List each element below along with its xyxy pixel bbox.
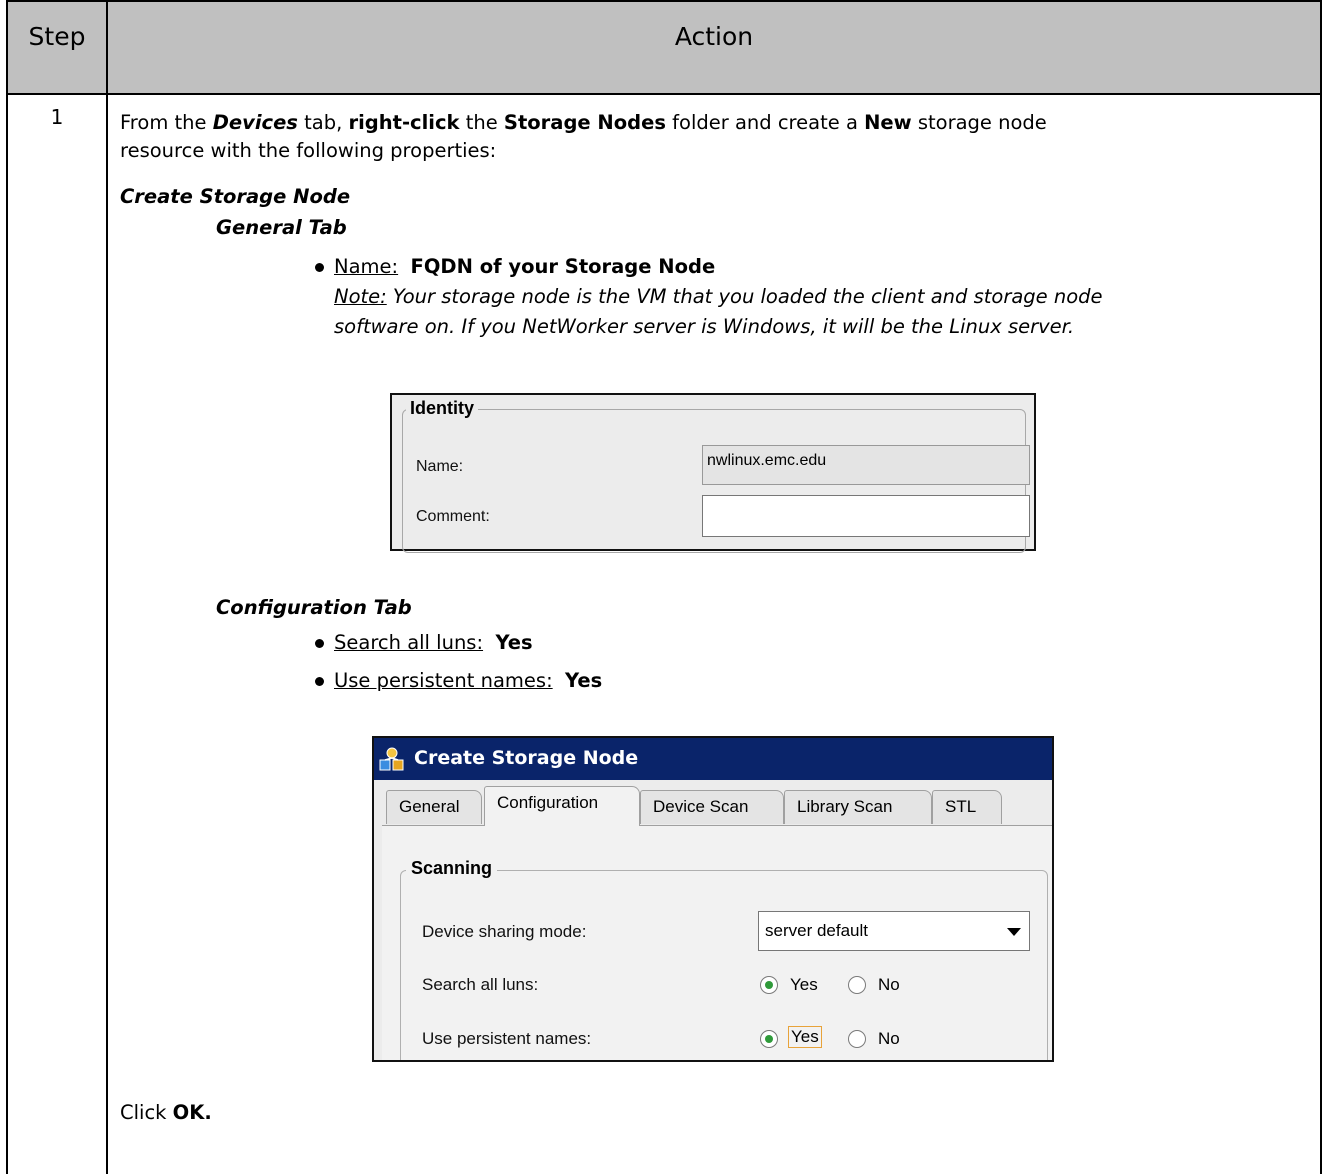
note-line-2: software on. If you NetWorker server is … — [334, 315, 1075, 338]
persistent-names-no-radio[interactable] — [848, 1030, 866, 1048]
tab-configuration[interactable]: Configuration — [484, 786, 640, 826]
config-item-1: Search all luns: Yes — [334, 631, 533, 654]
create-storage-node-dialog: Create Storage Node General Configuratio… — [372, 736, 1054, 1062]
persistent-names-yes-radio[interactable] — [760, 1030, 778, 1048]
note-line-1: Note: Your storage node is the VM that y… — [334, 285, 1103, 308]
identity-name-field[interactable]: nwlinux.emc.edu — [702, 445, 1030, 485]
identity-group-title: Identity — [406, 398, 479, 419]
header-step: Step — [6, 0, 108, 95]
sharing-mode-value: server default — [765, 921, 868, 940]
general-name-line: Name: FQDN of your Storage Node — [334, 255, 716, 278]
click-ok-line: Click OK. — [120, 1101, 212, 1124]
tab-general[interactable]: General — [386, 790, 482, 824]
general-tab-heading: General Tab — [216, 216, 347, 239]
ok-text: OK. — [172, 1101, 212, 1124]
devices-tab-name: Devices — [212, 111, 298, 134]
create-heading: Create Storage Node — [120, 185, 351, 208]
intro-line-1: From the Devices tab, right-click the St… — [120, 111, 1047, 134]
bullet-icon — [315, 263, 324, 272]
search-luns-yes-radio[interactable] — [760, 976, 778, 994]
persistent-names-yes-label[interactable]: Yes — [788, 1026, 822, 1048]
tab-stl[interactable]: STL — [932, 790, 1002, 824]
search-luns-no-label[interactable]: No — [878, 975, 900, 995]
search-luns-yes-label[interactable]: Yes — [790, 975, 818, 995]
persistent-names-no-label[interactable]: No — [878, 1029, 900, 1049]
tab-device-scan[interactable]: Device Scan — [640, 790, 784, 824]
search-luns-no-radio[interactable] — [848, 976, 866, 994]
search-luns-label: Search all luns: — [422, 975, 539, 994]
identity-screenshot: Identity Name: nwlinux.emc.edu Comment: — [390, 393, 1036, 553]
bullet-icon — [315, 639, 324, 648]
sharing-mode-select[interactable]: server default — [758, 911, 1030, 951]
dialog-tabs: General Configuration Device Scan Librar… — [382, 786, 1052, 826]
persistent-names-label: Use persistent names: — [422, 1029, 592, 1048]
intro-line-2: resource with the following properties: — [120, 139, 497, 162]
bullet-icon — [315, 677, 324, 686]
header-action: Action — [106, 0, 1322, 95]
sharing-mode-label: Device sharing mode: — [422, 922, 587, 941]
identity-name-label: Name: — [416, 458, 464, 475]
dialog-title: Create Storage Node — [414, 747, 639, 769]
tab-library-scan[interactable]: Library Scan — [784, 790, 932, 824]
scanning-group-title: Scanning — [406, 858, 498, 879]
dialog-titlebar: Create Storage Node — [374, 738, 1052, 780]
configuration-tab-heading: Configuration Tab — [216, 596, 412, 619]
config-item-2: Use persistent names: Yes — [334, 669, 603, 692]
storage-node-icon — [379, 747, 404, 771]
identity-comment-label: Comment: — [416, 508, 490, 525]
step-number: 1 — [6, 93, 108, 1174]
chevron-down-icon[interactable] — [1007, 928, 1021, 936]
identity-comment-field[interactable] — [702, 495, 1030, 537]
